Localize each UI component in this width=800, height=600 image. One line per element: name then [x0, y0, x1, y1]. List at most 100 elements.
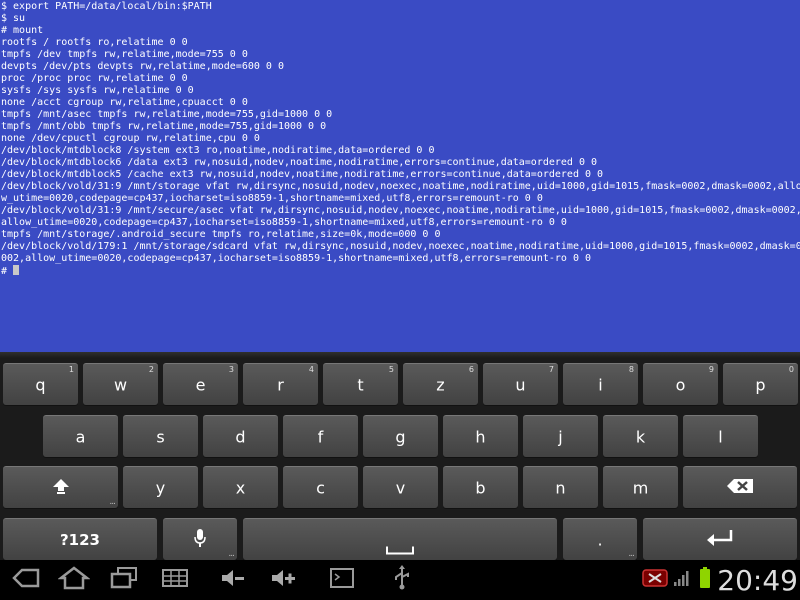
key-a[interactable]: a — [43, 415, 118, 457]
backspace-icon — [683, 478, 797, 498]
key-hint: 6 — [468, 365, 474, 374]
volume-up-button[interactable] — [266, 566, 300, 594]
key-r[interactable]: r4 — [243, 363, 318, 405]
terminal-line: tmpfs /mnt/storage/.android_secure tmpfs… — [1, 229, 441, 240]
key-hint: 5 — [388, 365, 394, 374]
screenshot-button[interactable] — [158, 566, 192, 594]
key-hint: 2 — [148, 365, 154, 374]
key-j[interactable]: j — [523, 415, 598, 457]
key-o[interactable]: o9 — [643, 363, 718, 405]
key-label: f — [317, 427, 324, 446]
key-c[interactable]: c — [283, 466, 358, 508]
system-bar: 20:49 — [0, 560, 800, 600]
key-label: o — [675, 375, 686, 394]
key-v[interactable]: v — [363, 466, 438, 508]
volume-down-button[interactable] — [216, 566, 250, 594]
shift-key[interactable]: ... — [3, 466, 118, 508]
key-m[interactable]: m — [603, 466, 678, 508]
key-hint: 1 — [68, 365, 74, 374]
key-label: u — [515, 375, 526, 394]
key-g[interactable]: g — [363, 415, 438, 457]
terminal-line: tmpfs /dev tmpfs rw,relatime,mode=755 0 … — [1, 49, 248, 60]
home-button[interactable] — [56, 566, 92, 594]
recent-apps-icon — [109, 566, 139, 594]
home-icon — [57, 566, 91, 594]
key-label: d — [235, 427, 246, 446]
key-label: j — [558, 427, 563, 446]
enter-key[interactable] — [643, 518, 797, 560]
key-hint: 7 — [548, 365, 554, 374]
volume-down-icon — [218, 566, 248, 594]
key-label: a — [75, 427, 86, 446]
key-k[interactable]: k — [603, 415, 678, 457]
space-icon — [243, 530, 557, 554]
key-label: i — [598, 375, 603, 394]
key-label: x — [235, 478, 246, 497]
symbols-key[interactable]: ?123 — [3, 518, 157, 560]
key-label: p — [755, 375, 766, 394]
key-label: g — [395, 427, 406, 446]
back-button[interactable] — [8, 566, 44, 594]
key-i[interactable]: i8 — [563, 363, 638, 405]
terminal-line: /dev/block/vold/179:1 /mnt/storage/sdcar… — [1, 241, 800, 252]
key-label: n — [555, 478, 566, 497]
key-label: h — [475, 427, 486, 446]
terminal-notification[interactable] — [326, 566, 358, 594]
terminal-line: # mount — [1, 25, 44, 36]
key-label: w — [113, 375, 128, 394]
key-label: l — [718, 427, 723, 446]
key-hint: 4 — [308, 365, 314, 374]
terminal-line: sysfs /sys sysfs rw,relatime 0 0 — [1, 85, 194, 96]
key-z[interactable]: z6 — [403, 363, 478, 405]
terminal-line: tmpfs /mnt/obb tmpfs rw,relatime,mode=75… — [1, 121, 327, 132]
key-f[interactable]: f — [283, 415, 358, 457]
key-b[interactable]: b — [443, 466, 518, 508]
terminal-output: $ export PATH=/data/local/bin:$PATH $ su #… — [0, 0, 800, 277]
key-x[interactable]: x — [203, 466, 278, 508]
volume-up-icon — [268, 566, 298, 594]
delete-key[interactable] — [683, 466, 797, 508]
debug-notification[interactable] — [640, 566, 670, 594]
back-icon — [11, 567, 41, 593]
terminal-line: devpts /dev/pts devpts rw,relatime,mode=… — [1, 61, 284, 72]
terminal-screen[interactable]: $ export PATH=/data/local/bin:$PATH $ su #… — [0, 0, 800, 352]
terminal-notification-icon — [329, 567, 355, 593]
key-label: t — [357, 375, 364, 394]
terminal-line: proc /proc proc rw,relatime 0 0 — [1, 73, 188, 84]
key-label: z — [436, 375, 445, 394]
recent-apps-button[interactable] — [106, 566, 142, 594]
status-clock: 20:49 — [717, 564, 798, 597]
key-label: c — [316, 478, 325, 497]
terminal-prompt: # — [1, 266, 8, 277]
key-n[interactable]: n — [523, 466, 598, 508]
more-keys-indicator: ... — [628, 549, 635, 559]
key-w[interactable]: w2 — [83, 363, 158, 405]
battery-indicator — [697, 566, 713, 594]
key-p[interactable]: p0 — [723, 363, 798, 405]
key-e[interactable]: e3 — [163, 363, 238, 405]
key-h[interactable]: h — [443, 415, 518, 457]
key-s[interactable]: s — [123, 415, 198, 457]
more-keys-indicator: ... — [109, 497, 116, 507]
terminal-line: tmpfs /mnt/asec tmpfs rw,relatime,mode=7… — [1, 109, 333, 120]
key-l[interactable]: l — [683, 415, 758, 457]
key-y[interactable]: y — [123, 466, 198, 508]
key-hint: 0 — [788, 365, 794, 374]
key-t[interactable]: t5 — [323, 363, 398, 405]
key-label: ?123 — [59, 530, 100, 549]
key-q[interactable]: q1 — [3, 363, 78, 405]
enter-icon — [643, 529, 797, 551]
key-d[interactable]: d — [203, 415, 278, 457]
debug-notification-icon — [641, 568, 669, 592]
usb-notification[interactable] — [388, 565, 416, 595]
key-u[interactable]: u7 — [483, 363, 558, 405]
usb-icon — [392, 565, 412, 595]
voice-input-key[interactable]: ... — [163, 518, 237, 560]
space-bar[interactable] — [243, 518, 557, 560]
soft-keyboard: q 1 w 2 e 3 r 4 t 5 z 6 u 7 i 8 o 9 p 0 a s d f g h j k l... y x c v b n m?… — [0, 352, 800, 560]
terminal-line: /dev/block/mtdblock8 /system ext3 ro,noa… — [1, 145, 435, 156]
terminal-cursor — [13, 265, 20, 275]
key-label: y — [155, 478, 166, 497]
key-label: b — [475, 478, 486, 497]
period-key[interactable]: .... — [563, 518, 637, 560]
